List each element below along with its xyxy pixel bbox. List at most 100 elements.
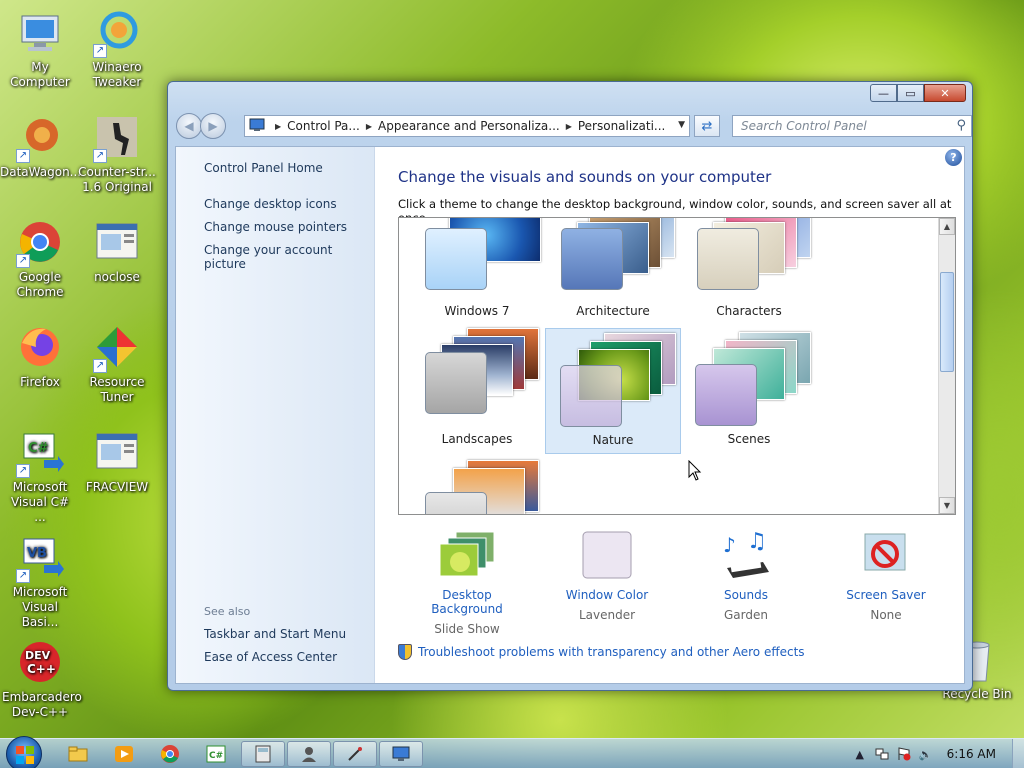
change-desktop-icons-link[interactable]: Change desktop icons: [204, 197, 337, 211]
visual-csharp-icon: C# ↗: [16, 430, 64, 478]
theme-label: Architecture: [576, 304, 650, 318]
theme-preview: [556, 329, 676, 427]
search-input[interactable]: Search Control Panel ⚲: [732, 115, 972, 137]
show-desktop-button[interactable]: [1012, 739, 1024, 768]
search-icon[interactable]: ⚲: [956, 118, 966, 133]
desktop-icon-resource-tuner[interactable]: ↗ Resource Tuner: [77, 325, 157, 405]
breadcrumb-separator-icon[interactable]: ▶: [366, 122, 372, 131]
sounds-icon: ♪ ♫: [717, 529, 775, 582]
option-title[interactable]: Sounds: [686, 588, 806, 602]
desktop-icon-label: Embarcadero Dev-C++: [2, 690, 82, 719]
change-account-picture-link[interactable]: Change your account picture: [204, 243, 374, 271]
desktop-icon-devcpp[interactable]: DEV C++ Embarcadero Dev-C++: [0, 640, 82, 720]
page-title: Change the visuals and sounds on your co…: [398, 168, 772, 186]
ease-of-access-link[interactable]: Ease of Access Center: [204, 650, 337, 664]
visual-basic-icon: VB ↗: [16, 535, 64, 583]
theme-characters[interactable]: Characters: [681, 218, 817, 332]
shortcut-arrow-icon: ↗: [16, 149, 30, 163]
scroll-up-button[interactable]: ▲: [939, 218, 955, 235]
action-center-flag-icon[interactable]: [897, 747, 911, 761]
start-button[interactable]: [6, 736, 42, 768]
theme-preview: [419, 328, 539, 414]
desktop-icon-label: My Computer: [10, 60, 70, 89]
taskbar-control-panel[interactable]: [379, 741, 423, 767]
network-icon[interactable]: [875, 747, 889, 761]
shortcut-arrow-icon: ↗: [93, 359, 107, 373]
theme-more[interactable]: [409, 456, 545, 514]
desktop-icon-label: DataWagon...: [0, 165, 82, 179]
desktop-icon-label: Microsoft Visual C# ...: [10, 480, 70, 524]
desktop-icon-fracview[interactable]: FRACVIEW: [77, 430, 157, 495]
desktop-icon-visual-csharp[interactable]: C# ↗ Microsoft Visual C# ...: [0, 430, 80, 525]
taskbar-app-1[interactable]: [241, 741, 285, 767]
window-color-option[interactable]: Window Color Lavender: [547, 530, 667, 622]
desktop-icon-firefox[interactable]: Firefox: [0, 325, 80, 390]
option-value: Lavender: [578, 608, 636, 622]
taskbar-app-3[interactable]: [333, 741, 377, 767]
sounds-option[interactable]: ♪ ♫ Sounds Garden: [686, 529, 806, 622]
taskbar-visual-csharp[interactable]: C#: [196, 741, 236, 767]
breadcrumb-separator-icon[interactable]: ▶: [566, 122, 572, 131]
shortcut-arrow-icon: ↗: [16, 569, 30, 583]
desktop-icon-noclose[interactable]: noclose: [77, 220, 157, 285]
theme-scenes[interactable]: Scenes: [681, 328, 817, 454]
desktop-icon-label: Google Chrome: [16, 270, 64, 299]
firefox-icon: [16, 325, 64, 373]
see-also-heading: See also: [204, 605, 251, 618]
user-icon: [302, 747, 316, 762]
breadcrumb-appearance[interactable]: Appearance and Personaliza...: [378, 119, 560, 133]
show-hidden-icons-icon[interactable]: ▲: [853, 747, 867, 761]
shortcut-arrow-icon: ↗: [16, 254, 30, 268]
help-icon[interactable]: ?: [945, 149, 962, 166]
breadcrumb-personalization[interactable]: Personalizati...: [578, 119, 665, 133]
forward-button[interactable]: ▶: [200, 113, 226, 139]
scroll-down-button[interactable]: ▼: [939, 497, 955, 514]
control-panel-home-link[interactable]: Control Panel Home: [204, 161, 323, 175]
taskbar-app-2[interactable]: [287, 741, 331, 767]
desktop-icon-label: FRACVIEW: [85, 480, 149, 494]
option-title[interactable]: Screen Saver: [826, 588, 946, 602]
theme-label: Scenes: [727, 432, 771, 446]
app-window-icon: [93, 430, 141, 478]
scroll-thumb[interactable]: [940, 272, 954, 372]
option-title[interactable]: Window Color: [547, 588, 667, 602]
shortcut-arrow-icon: ↗: [93, 149, 107, 163]
minimize-button[interactable]: —: [870, 84, 897, 102]
desktop-icon-visual-basic[interactable]: VB ↗ Microsoft Visual Basi...: [0, 535, 80, 630]
taskbar-explorer[interactable]: [58, 741, 98, 767]
screen-saver-option[interactable]: Screen Saver None: [826, 530, 946, 622]
option-value: Slide Show: [434, 622, 500, 636]
content-area: Control Panel Home Change desktop icons …: [175, 146, 965, 684]
search-placeholder: Search Control Panel: [741, 119, 867, 133]
troubleshoot-link[interactable]: Troubleshoot problems with transparency …: [398, 644, 805, 660]
counter-strike-icon: ↗: [93, 115, 141, 163]
taskbar-chrome[interactable]: [150, 741, 190, 767]
clock[interactable]: 6:16 AM: [947, 747, 996, 761]
refresh-button[interactable]: ⇄: [694, 115, 720, 137]
system-tray: ▲ 🔈 6:16 AM: [845, 739, 1024, 768]
volume-icon[interactable]: 🔈: [919, 747, 933, 761]
back-button[interactable]: ◀: [176, 113, 202, 139]
svg-text:C++: C++: [27, 662, 56, 676]
theme-gallery-scrollbar[interactable]: ▲ ▼: [938, 218, 955, 514]
desktop-icon-chrome[interactable]: ↗ Google Chrome: [0, 220, 80, 300]
svg-text:C#: C#: [209, 751, 223, 761]
close-button[interactable]: ✕: [924, 84, 966, 102]
desktop-icon-datawagon[interactable]: ↗ DataWagon...: [0, 115, 82, 180]
taskbar-media-player[interactable]: [104, 741, 144, 767]
theme-architecture[interactable]: Architecture: [545, 218, 681, 332]
address-dropdown-icon[interactable]: ▼: [678, 120, 685, 130]
desktop-icon-winaero[interactable]: ↗ Winaero Tweaker: [77, 10, 157, 90]
theme-windows-7[interactable]: Windows 7: [409, 218, 545, 332]
change-mouse-pointers-link[interactable]: Change mouse pointers: [204, 220, 347, 234]
taskbar-start-menu-link[interactable]: Taskbar and Start Menu: [204, 627, 346, 641]
option-title[interactable]: Desktop Background: [407, 588, 527, 616]
address-bar[interactable]: ▶ Control Pa... ▶ Appearance and Persona…: [244, 115, 690, 137]
maximize-button[interactable]: ▭: [897, 84, 924, 102]
theme-landscapes[interactable]: Landscapes: [409, 328, 545, 454]
breadcrumb-control-panel[interactable]: Control Pa...: [287, 119, 360, 133]
desktop-icon-counter-strike[interactable]: ↗ Counter-str... 1.6 Original: [77, 115, 157, 195]
desktop-icon-my-computer[interactable]: My Computer: [0, 10, 80, 90]
desktop-background-option[interactable]: Desktop Background Slide Show: [407, 530, 527, 636]
theme-nature[interactable]: Nature: [545, 328, 681, 454]
